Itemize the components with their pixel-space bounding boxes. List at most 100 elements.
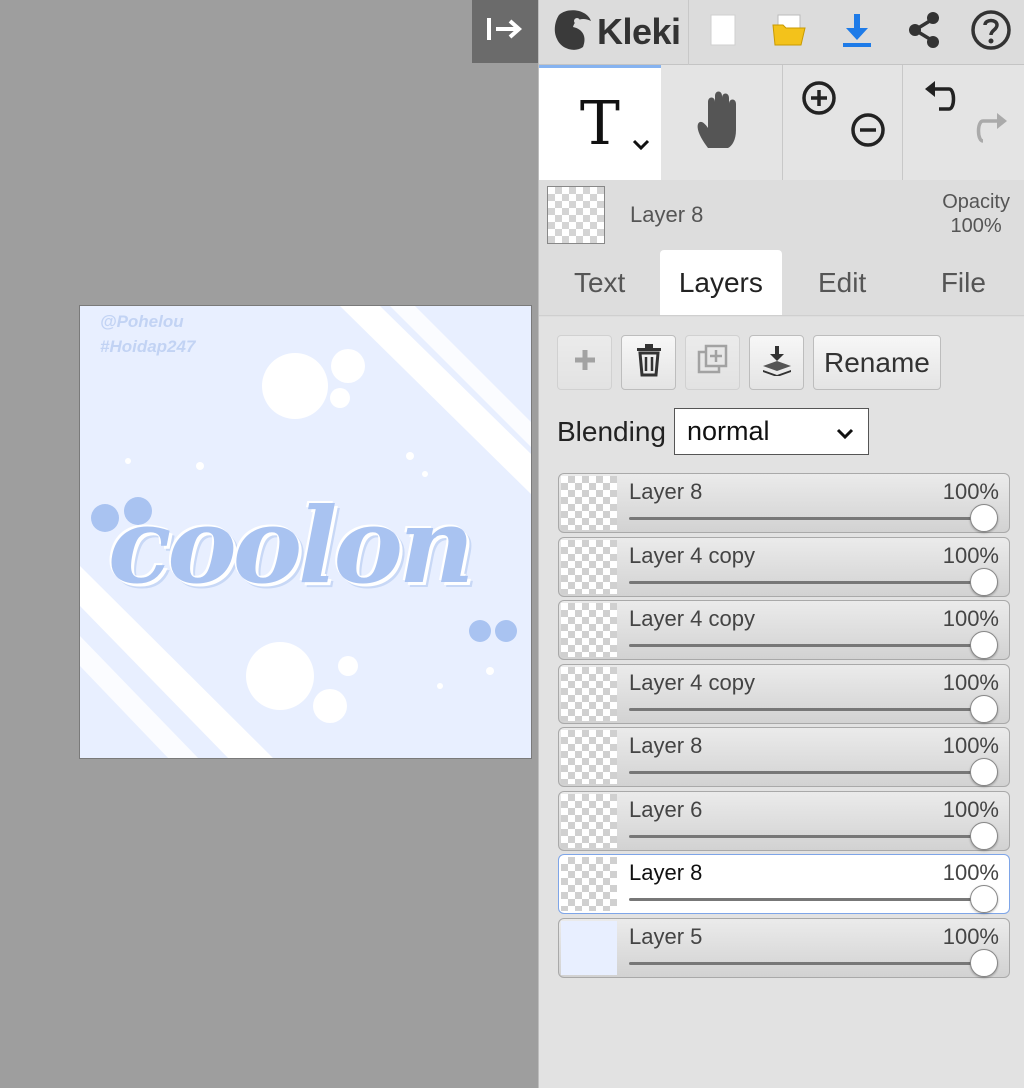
- duplicate-layer-button[interactable]: [685, 335, 740, 390]
- download-icon: [840, 12, 874, 53]
- layer-action-bar: Rename: [557, 335, 941, 390]
- add-layer-button[interactable]: [557, 335, 612, 390]
- layer-row[interactable]: Layer 4 copy 100%: [558, 536, 1010, 597]
- zoom-in-icon[interactable]: [800, 79, 838, 122]
- blending-value: normal: [686, 416, 770, 446]
- layer-opacity-handle[interactable]: [970, 504, 998, 532]
- text-tool-icon: T: [579, 89, 620, 159]
- layer-opacity-handle[interactable]: [970, 758, 998, 786]
- layer-opacity-handle[interactable]: [970, 567, 998, 596]
- layer-opacity-handle[interactable]: [970, 821, 998, 850]
- layer-thumbnail: [561, 539, 617, 594]
- layer-name: Layer 5: [629, 923, 703, 949]
- layer-thumbnail: [561, 857, 617, 911]
- zoom-controls: [782, 65, 904, 180]
- layer-thumbnail: [561, 603, 617, 657]
- layer-name: Layer 4 copy: [629, 606, 755, 631]
- layer-row[interactable]: Layer 6 100%: [558, 790, 1010, 851]
- panel-tabs: Text Layers Edit File: [539, 250, 1024, 316]
- layer-name: Layer 6: [629, 796, 703, 822]
- chevron-down-icon[interactable]: [631, 138, 651, 157]
- tab-edit[interactable]: Edit: [782, 250, 903, 315]
- layer-row[interactable]: Layer 8 100%: [558, 727, 1010, 787]
- tool-row: T: [539, 65, 1024, 180]
- layer-thumbnail: [561, 476, 617, 530]
- watermark-author: @Pohelou: [100, 312, 184, 331]
- rename-layer-button[interactable]: Rename: [813, 335, 941, 390]
- hand-tool-button[interactable]: [660, 65, 783, 180]
- new-file-icon: [707, 13, 739, 52]
- tab-layers[interactable]: Layers: [660, 250, 782, 315]
- layer-opacity-value: 100%: [942, 669, 999, 695]
- layer-opacity-value: 100%: [942, 923, 999, 949]
- help-button[interactable]: [957, 0, 1024, 65]
- save-button[interactable]: [823, 0, 890, 65]
- layer-opacity-value: 100%: [942, 479, 999, 504]
- trash-icon: [635, 343, 663, 382]
- zoom-out-icon[interactable]: [849, 111, 887, 154]
- blending-row: Blending normal: [557, 408, 869, 455]
- hand-tool-icon: [694, 90, 748, 155]
- layer-row[interactable]: Layer 8 100%: [558, 854, 1010, 914]
- layer-opacity-slider[interactable]: [629, 898, 984, 901]
- opacity-value: 100%: [950, 215, 1002, 237]
- layers-pane: Rename Blending normal Layer 8 100% Layer …: [539, 317, 1024, 1088]
- layer-opacity-slider[interactable]: [629, 834, 984, 838]
- layer-thumbnail: [561, 920, 617, 975]
- artwork-canvas[interactable]: @Pohelou #Hoidap247 coolon: [79, 305, 532, 759]
- layer-row[interactable]: Layer 4 copy 100%: [558, 600, 1010, 660]
- collapse-panel-icon: [486, 15, 524, 48]
- new-file-button[interactable]: [689, 0, 756, 65]
- duplicate-layer-icon: [697, 344, 729, 381]
- layer-row[interactable]: Layer 8 100%: [558, 473, 1010, 533]
- help-icon: [970, 9, 1012, 56]
- layer-opacity-handle[interactable]: [970, 885, 998, 913]
- artwork-lettering: coolon: [108, 484, 475, 607]
- layer-thumbnail: [561, 793, 617, 848]
- layer-opacity-slider[interactable]: [629, 644, 984, 647]
- blending-select[interactable]: normal: [673, 408, 869, 455]
- layer-opacity-handle[interactable]: [970, 631, 998, 659]
- layer-row[interactable]: Layer 5 100%: [558, 917, 1010, 978]
- layer-thumbnail: [561, 730, 617, 784]
- layer-name: Layer 4 copy: [629, 542, 755, 568]
- layer-opacity-slider[interactable]: [629, 771, 984, 774]
- chevron-down-icon: [836, 416, 854, 447]
- tab-text[interactable]: Text: [539, 250, 660, 315]
- open-file-button[interactable]: [756, 0, 823, 65]
- side-panel: Kleki T Layer 8 Opacity 100% Text Layers…: [538, 0, 1024, 1088]
- add-layer-icon: [572, 347, 598, 378]
- kleki-logo[interactable]: Kleki: [539, 0, 689, 65]
- layer-opacity-slider[interactable]: [629, 707, 984, 711]
- tab-file[interactable]: File: [903, 250, 1024, 315]
- layer-list: Layer 8 100% Layer 4 copy 100% Layer 4 copy 1…: [558, 473, 1010, 981]
- history-controls: [903, 65, 1024, 180]
- layer-opacity-slider[interactable]: [629, 580, 984, 584]
- layer-thumbnail: [561, 666, 617, 721]
- layer-opacity-handle[interactable]: [970, 694, 998, 723]
- collapse-panel-button[interactable]: [472, 0, 538, 63]
- layer-row[interactable]: Layer 4 copy 100%: [558, 663, 1010, 724]
- text-tool-button[interactable]: T: [539, 65, 661, 180]
- delete-layer-button[interactable]: [621, 335, 676, 390]
- layer-opacity-value: 100%: [942, 860, 999, 885]
- undo-icon[interactable]: [921, 77, 961, 122]
- share-button[interactable]: [890, 0, 957, 65]
- blending-label: Blending: [557, 415, 666, 447]
- layer-opacity-slider[interactable]: [629, 517, 984, 520]
- canvas-area[interactable]: @Pohelou #Hoidap247 coolon: [0, 0, 538, 1088]
- watermark-tag: #Hoidap247: [100, 337, 196, 356]
- layer-name: Layer 8: [629, 479, 703, 504]
- layer-opacity-value: 100%: [942, 796, 999, 822]
- open-folder-icon: [771, 13, 809, 52]
- redo-icon[interactable]: [971, 109, 1011, 154]
- merge-down-button[interactable]: [749, 335, 804, 390]
- top-bar: Kleki: [539, 0, 1024, 65]
- layer-opacity-handle[interactable]: [970, 948, 998, 977]
- current-layer-info: Layer 8 Opacity 100%: [539, 180, 1024, 250]
- layer-name: Layer 8: [629, 860, 703, 885]
- merge-down-icon: [761, 344, 793, 381]
- kleki-logo-icon: [553, 7, 595, 58]
- app-name: Kleki: [597, 11, 681, 52]
- layer-opacity-slider[interactable]: [629, 961, 984, 965]
